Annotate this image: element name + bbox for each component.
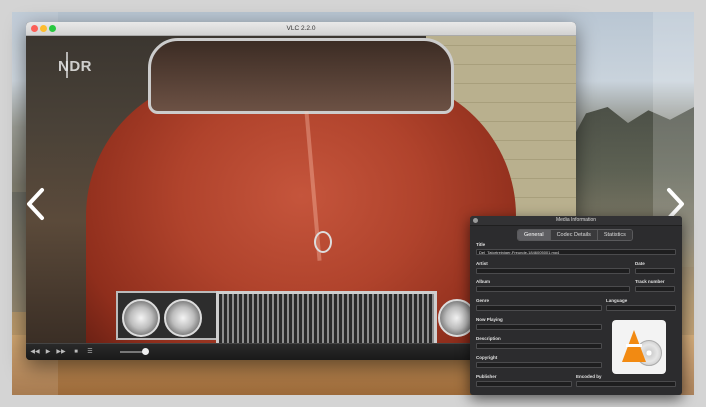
copyright-label: Copyright — [476, 355, 498, 360]
playlist-icon[interactable]: ☰ — [85, 347, 95, 357]
tab-general[interactable]: General — [518, 230, 551, 240]
encoded-by-label: Encoded by — [576, 374, 602, 379]
copyright-field[interactable] — [476, 362, 602, 368]
car-windshield — [148, 38, 454, 114]
description-label: Description — [476, 336, 501, 341]
now-playing-field[interactable] — [476, 324, 602, 330]
genre-field[interactable] — [476, 305, 602, 311]
track-number-field[interactable] — [635, 286, 675, 292]
panel-title-bar[interactable]: Media Information — [470, 216, 682, 226]
language-field[interactable] — [606, 305, 676, 311]
window-title: VLC 2.2.0 — [286, 25, 316, 32]
fast-forward-icon[interactable]: ▶▶ — [56, 347, 66, 357]
language-label: Language — [606, 298, 628, 303]
album-field[interactable] — [476, 286, 630, 292]
now-playing-label: Now Playing — [476, 317, 503, 322]
close-icon[interactable] — [473, 218, 478, 223]
info-tabs: General Codec Details Statistics — [517, 229, 633, 241]
track-number-label: Track number — [635, 279, 665, 284]
album-artwork[interactable] — [612, 320, 666, 374]
headlight-inner-left — [164, 299, 202, 337]
date-field[interactable] — [635, 268, 675, 274]
cone-stripe — [626, 344, 642, 347]
chevron-left-icon[interactable] — [24, 187, 46, 221]
stop-icon[interactable]: ■ — [71, 347, 81, 357]
title-bar[interactable]: VLC 2.2.0 — [26, 22, 576, 36]
description-field[interactable] — [476, 343, 602, 349]
album-label: Album — [476, 279, 490, 284]
title-field[interactable]: Del_Tatortreiniger-Freunde-1846005001.mp… — [476, 249, 676, 255]
headlight-outer-left — [122, 299, 160, 337]
tab-codec-details[interactable]: Codec Details — [550, 230, 598, 240]
tab-statistics[interactable]: Statistics — [597, 230, 632, 240]
panel-title: Media Information — [555, 217, 597, 223]
genre-label: Genre — [476, 298, 490, 303]
artist-label: Artist — [476, 261, 488, 266]
hood-ornament — [314, 231, 332, 253]
car-grille — [216, 291, 437, 344]
play-icon[interactable]: ▶ — [43, 347, 53, 357]
artist-field[interactable] — [476, 268, 630, 274]
channel-logo: NDR — [58, 58, 92, 75]
screenshot-frame: VLC 2.2.0 NDR ◀◀ ▶ ▶▶ ■ ☰ Media Informat… — [0, 0, 706, 407]
title-label: Title — [476, 242, 486, 247]
media-information-panel: Media Information General Codec Details … — [470, 216, 682, 395]
rewind-icon[interactable]: ◀◀ — [30, 347, 40, 357]
encoded-by-field[interactable] — [576, 381, 676, 387]
publisher-label: Publisher — [476, 374, 497, 379]
date-label: Date — [635, 261, 645, 266]
seek-knob[interactable] — [142, 348, 149, 355]
publisher-field[interactable] — [476, 381, 572, 387]
